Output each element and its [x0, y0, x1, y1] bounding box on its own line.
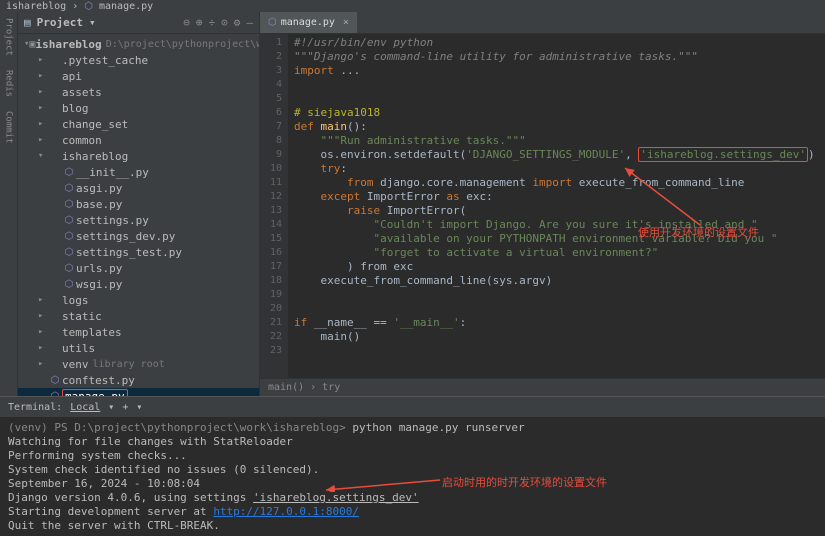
tree-item-venv[interactable]: ▸venvlibrary root — [18, 356, 259, 372]
line-gutter: 1234567891011121314151617181920212223 — [260, 34, 288, 378]
project-name: ishareblog — [6, 1, 66, 12]
tree-item-base-py[interactable]: ⬡base.py — [18, 196, 259, 212]
tree-item-__init__-py[interactable]: ⬡__init__.py — [18, 164, 259, 180]
editor-tabbar: ⬡ manage.py × — [260, 12, 825, 34]
tree-item-manage-py[interactable]: ⬡manage.py — [18, 388, 259, 396]
expand-icon[interactable]: ⊕ — [196, 16, 203, 29]
file-name: manage.py — [99, 1, 153, 12]
tool-commit[interactable]: Commit — [4, 111, 14, 144]
project-panel-header: ▤ Project ▾ ⊖ ⊕ ÷ ⊙ ⚙ — — [18, 12, 259, 34]
title-bar: ishareblog › ⬡ manage.py — [0, 0, 825, 12]
project-tree[interactable]: ▾▣ishareblogD:\project\pythonproject\wor… — [18, 34, 259, 396]
dropdown-icon[interactable]: ▾ — [89, 16, 96, 29]
tree-item-settings_test-py[interactable]: ⬡settings_test.py — [18, 244, 259, 260]
tree-item-urls-py[interactable]: ⬡urls.py — [18, 260, 259, 276]
terminal-more-icon[interactable]: ▾ — [136, 402, 142, 413]
crumb-main[interactable]: main() — [268, 382, 304, 393]
tree-item-utils[interactable]: ▸utils — [18, 340, 259, 356]
close-icon[interactable]: × — [343, 17, 349, 28]
code-area[interactable]: 1234567891011121314151617181920212223 #!… — [260, 34, 825, 378]
tool-project[interactable]: Project — [4, 18, 14, 56]
divide-icon[interactable]: ÷ — [209, 16, 216, 29]
tree-item-static[interactable]: ▸static — [18, 308, 259, 324]
terminal-title: Terminal: — [8, 402, 62, 413]
editor-tab[interactable]: ⬡ manage.py × — [260, 12, 357, 33]
terminal-panel: Terminal: Local ▾ + ▾ (venv) PS D:\proje… — [0, 396, 825, 536]
chevron-right-icon: › — [310, 382, 316, 393]
tree-item-settings_dev-py[interactable]: ⬡settings_dev.py — [18, 228, 259, 244]
add-terminal-icon[interactable]: + — [122, 402, 128, 413]
tree-item-conftest-py[interactable]: ⬡conftest.py — [18, 372, 259, 388]
collapse-icon[interactable]: ⊖ — [183, 16, 190, 29]
tab-label: manage.py — [281, 17, 335, 28]
project-panel-title: Project — [37, 16, 83, 29]
tree-item-common[interactable]: ▸common — [18, 132, 259, 148]
editor-pane: ⬡ manage.py × 12345678910111213141516171… — [260, 12, 825, 396]
terminal-tab[interactable]: Local — [70, 402, 100, 413]
tree-item-change_set[interactable]: ▸change_set — [18, 116, 259, 132]
tree-root[interactable]: ▾▣ishareblogD:\project\pythonproject\wor… — [18, 36, 259, 52]
tree-item-asgi-py[interactable]: ⬡asgi.py — [18, 180, 259, 196]
left-tool-gutter: Project Redis Commit — [0, 12, 18, 396]
crumb-try[interactable]: try — [322, 382, 340, 393]
tree-item-api[interactable]: ▸api — [18, 68, 259, 84]
tree-item-blog[interactable]: ▸blog — [18, 100, 259, 116]
terminal-output[interactable]: (venv) PS D:\project\pythonproject\work\… — [0, 417, 825, 536]
file-icon: ⬡ — [84, 1, 93, 12]
tree-item-logs[interactable]: ▸logs — [18, 292, 259, 308]
gear-icon[interactable]: ⚙ — [234, 16, 241, 29]
target-icon[interactable]: ⊙ — [221, 16, 228, 29]
tree-item-ishareblog[interactable]: ▾ishareblog — [18, 148, 259, 164]
tree-item-assets[interactable]: ▸assets — [18, 84, 259, 100]
terminal-header: Terminal: Local ▾ + ▾ — [0, 397, 825, 417]
editor-breadcrumb: main() › try — [260, 378, 825, 396]
terminal-dropdown-icon[interactable]: ▾ — [108, 402, 114, 413]
hide-icon[interactable]: — — [246, 16, 253, 29]
project-icon: ▤ — [24, 16, 31, 29]
code-content[interactable]: #!/usr/bin/env python"""Django's command… — [288, 34, 825, 378]
project-panel: ▤ Project ▾ ⊖ ⊕ ÷ ⊙ ⚙ — ▾▣ishareblogD:\p… — [18, 12, 260, 396]
tree-item-settings-py[interactable]: ⬡settings.py — [18, 212, 259, 228]
tree-item-wsgi-py[interactable]: ⬡wsgi.py — [18, 276, 259, 292]
tree-item-templates[interactable]: ▸templates — [18, 324, 259, 340]
tree-item--pytest_cache[interactable]: ▸.pytest_cache — [18, 52, 259, 68]
python-icon: ⬡ — [268, 17, 277, 28]
tool-redis[interactable]: Redis — [4, 70, 14, 97]
chevron-right-icon: › — [72, 1, 78, 12]
